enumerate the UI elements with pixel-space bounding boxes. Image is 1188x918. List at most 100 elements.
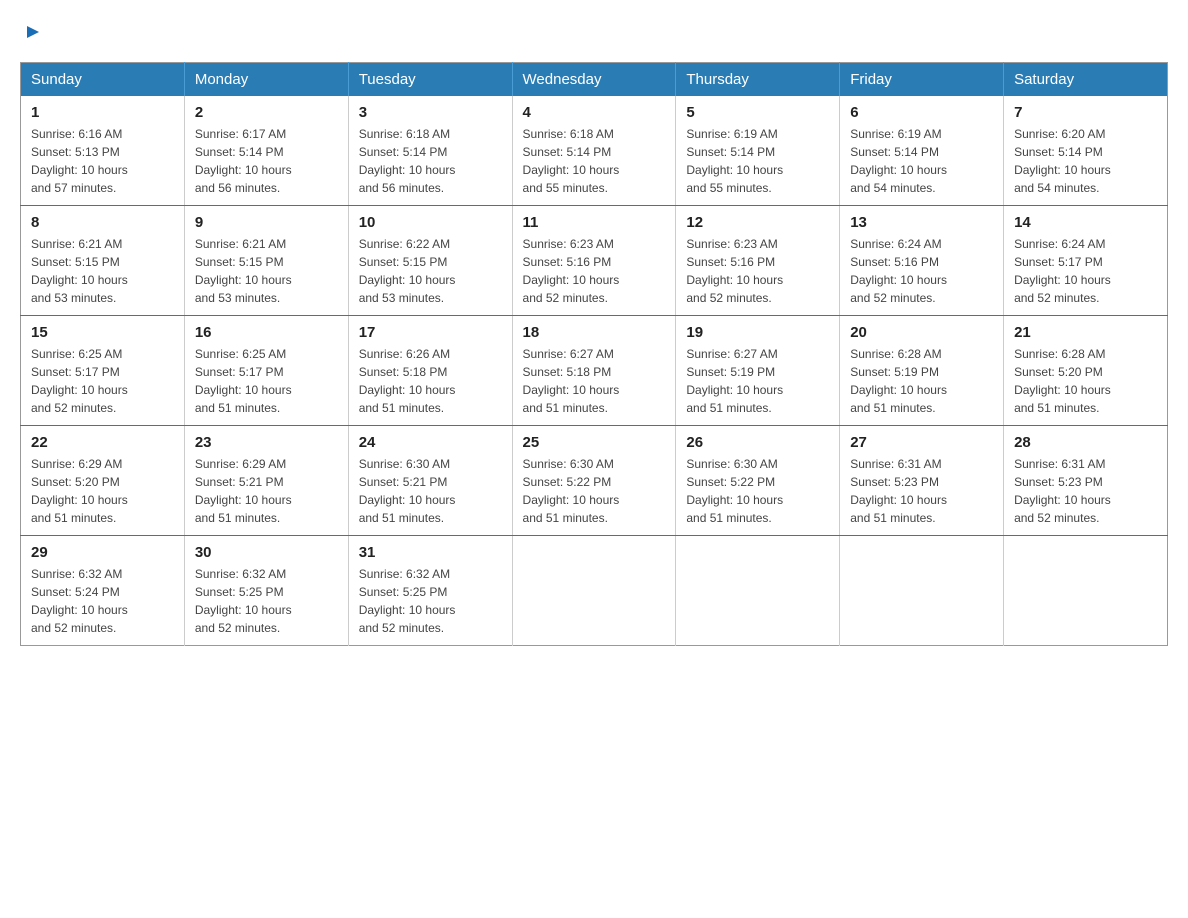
day-number: 18 — [523, 324, 666, 341]
week-row-3: 15 Sunrise: 6:25 AMSunset: 5:17 PMDaylig… — [21, 316, 1168, 426]
calendar-cell: 9 Sunrise: 6:21 AMSunset: 5:15 PMDayligh… — [184, 206, 348, 316]
day-info: Sunrise: 6:20 AMSunset: 5:14 PMDaylight:… — [1014, 127, 1111, 195]
day-info: Sunrise: 6:29 AMSunset: 5:20 PMDaylight:… — [31, 457, 128, 525]
day-number: 13 — [850, 214, 993, 231]
day-number: 30 — [195, 544, 338, 561]
calendar-cell: 24 Sunrise: 6:30 AMSunset: 5:21 PMDaylig… — [348, 426, 512, 536]
day-number: 8 — [31, 214, 174, 231]
calendar-cell: 20 Sunrise: 6:28 AMSunset: 5:19 PMDaylig… — [840, 316, 1004, 426]
calendar-cell: 21 Sunrise: 6:28 AMSunset: 5:20 PMDaylig… — [1004, 316, 1168, 426]
day-info: Sunrise: 6:30 AMSunset: 5:22 PMDaylight:… — [686, 457, 783, 525]
day-info: Sunrise: 6:32 AMSunset: 5:24 PMDaylight:… — [31, 567, 128, 635]
day-info: Sunrise: 6:17 AMSunset: 5:14 PMDaylight:… — [195, 127, 292, 195]
day-number: 24 — [359, 434, 502, 451]
day-info: Sunrise: 6:23 AMSunset: 5:16 PMDaylight:… — [523, 237, 620, 305]
week-row-1: 1 Sunrise: 6:16 AMSunset: 5:13 PMDayligh… — [21, 96, 1168, 206]
day-number: 27 — [850, 434, 993, 451]
day-number: 17 — [359, 324, 502, 341]
day-info: Sunrise: 6:25 AMSunset: 5:17 PMDaylight:… — [195, 347, 292, 415]
calendar-cell: 12 Sunrise: 6:23 AMSunset: 5:16 PMDaylig… — [676, 206, 840, 316]
header-wednesday: Wednesday — [512, 63, 676, 97]
calendar-cell: 26 Sunrise: 6:30 AMSunset: 5:22 PMDaylig… — [676, 426, 840, 536]
calendar-cell — [676, 536, 840, 646]
calendar-cell: 11 Sunrise: 6:23 AMSunset: 5:16 PMDaylig… — [512, 206, 676, 316]
day-number: 26 — [686, 434, 829, 451]
calendar-cell: 19 Sunrise: 6:27 AMSunset: 5:19 PMDaylig… — [676, 316, 840, 426]
header-thursday: Thursday — [676, 63, 840, 97]
week-row-2: 8 Sunrise: 6:21 AMSunset: 5:15 PMDayligh… — [21, 206, 1168, 316]
header-tuesday: Tuesday — [348, 63, 512, 97]
day-number: 3 — [359, 104, 502, 121]
day-number: 11 — [523, 214, 666, 231]
day-info: Sunrise: 6:31 AMSunset: 5:23 PMDaylight:… — [1014, 457, 1111, 525]
day-number: 12 — [686, 214, 829, 231]
day-info: Sunrise: 6:31 AMSunset: 5:23 PMDaylight:… — [850, 457, 947, 525]
day-number: 29 — [31, 544, 174, 561]
day-number: 10 — [359, 214, 502, 231]
day-number: 23 — [195, 434, 338, 451]
header-sunday: Sunday — [21, 63, 185, 97]
calendar-cell: 13 Sunrise: 6:24 AMSunset: 5:16 PMDaylig… — [840, 206, 1004, 316]
day-info: Sunrise: 6:22 AMSunset: 5:15 PMDaylight:… — [359, 237, 456, 305]
day-number: 7 — [1014, 104, 1157, 121]
calendar-cell: 28 Sunrise: 6:31 AMSunset: 5:23 PMDaylig… — [1004, 426, 1168, 536]
day-number: 1 — [31, 104, 174, 121]
calendar-cell: 18 Sunrise: 6:27 AMSunset: 5:18 PMDaylig… — [512, 316, 676, 426]
day-info: Sunrise: 6:30 AMSunset: 5:22 PMDaylight:… — [523, 457, 620, 525]
calendar-cell: 30 Sunrise: 6:32 AMSunset: 5:25 PMDaylig… — [184, 536, 348, 646]
day-number: 25 — [523, 434, 666, 451]
day-info: Sunrise: 6:26 AMSunset: 5:18 PMDaylight:… — [359, 347, 456, 415]
calendar-cell — [512, 536, 676, 646]
day-number: 20 — [850, 324, 993, 341]
header-monday: Monday — [184, 63, 348, 97]
calendar-cell: 16 Sunrise: 6:25 AMSunset: 5:17 PMDaylig… — [184, 316, 348, 426]
day-info: Sunrise: 6:16 AMSunset: 5:13 PMDaylight:… — [31, 127, 128, 195]
day-number: 16 — [195, 324, 338, 341]
logo-arrow-icon — [23, 22, 43, 46]
day-info: Sunrise: 6:24 AMSunset: 5:17 PMDaylight:… — [1014, 237, 1111, 305]
day-number: 14 — [1014, 214, 1157, 231]
calendar-cell: 23 Sunrise: 6:29 AMSunset: 5:21 PMDaylig… — [184, 426, 348, 536]
calendar-cell: 14 Sunrise: 6:24 AMSunset: 5:17 PMDaylig… — [1004, 206, 1168, 316]
calendar-cell: 17 Sunrise: 6:26 AMSunset: 5:18 PMDaylig… — [348, 316, 512, 426]
calendar-cell: 15 Sunrise: 6:25 AMSunset: 5:17 PMDaylig… — [21, 316, 185, 426]
calendar-cell: 3 Sunrise: 6:18 AMSunset: 5:14 PMDayligh… — [348, 96, 512, 206]
day-number: 9 — [195, 214, 338, 231]
calendar-cell: 10 Sunrise: 6:22 AMSunset: 5:15 PMDaylig… — [348, 206, 512, 316]
weekday-header-row: SundayMondayTuesdayWednesdayThursdayFrid… — [21, 63, 1168, 97]
day-info: Sunrise: 6:19 AMSunset: 5:14 PMDaylight:… — [686, 127, 783, 195]
day-info: Sunrise: 6:27 AMSunset: 5:18 PMDaylight:… — [523, 347, 620, 415]
day-info: Sunrise: 6:28 AMSunset: 5:19 PMDaylight:… — [850, 347, 947, 415]
day-info: Sunrise: 6:29 AMSunset: 5:21 PMDaylight:… — [195, 457, 292, 525]
header-friday: Friday — [840, 63, 1004, 97]
calendar-cell: 25 Sunrise: 6:30 AMSunset: 5:22 PMDaylig… — [512, 426, 676, 536]
logo — [20, 20, 43, 46]
day-info: Sunrise: 6:32 AMSunset: 5:25 PMDaylight:… — [195, 567, 292, 635]
calendar-table: SundayMondayTuesdayWednesdayThursdayFrid… — [20, 62, 1168, 646]
day-number: 5 — [686, 104, 829, 121]
day-info: Sunrise: 6:28 AMSunset: 5:20 PMDaylight:… — [1014, 347, 1111, 415]
day-number: 6 — [850, 104, 993, 121]
day-info: Sunrise: 6:27 AMSunset: 5:19 PMDaylight:… — [686, 347, 783, 415]
calendar-cell: 6 Sunrise: 6:19 AMSunset: 5:14 PMDayligh… — [840, 96, 1004, 206]
day-info: Sunrise: 6:19 AMSunset: 5:14 PMDaylight:… — [850, 127, 947, 195]
calendar-cell: 29 Sunrise: 6:32 AMSunset: 5:24 PMDaylig… — [21, 536, 185, 646]
calendar-cell: 8 Sunrise: 6:21 AMSunset: 5:15 PMDayligh… — [21, 206, 185, 316]
calendar-cell — [840, 536, 1004, 646]
day-number: 19 — [686, 324, 829, 341]
day-info: Sunrise: 6:18 AMSunset: 5:14 PMDaylight:… — [359, 127, 456, 195]
day-info: Sunrise: 6:30 AMSunset: 5:21 PMDaylight:… — [359, 457, 456, 525]
day-number: 15 — [31, 324, 174, 341]
calendar-cell: 7 Sunrise: 6:20 AMSunset: 5:14 PMDayligh… — [1004, 96, 1168, 206]
week-row-5: 29 Sunrise: 6:32 AMSunset: 5:24 PMDaylig… — [21, 536, 1168, 646]
day-info: Sunrise: 6:21 AMSunset: 5:15 PMDaylight:… — [195, 237, 292, 305]
day-info: Sunrise: 6:18 AMSunset: 5:14 PMDaylight:… — [523, 127, 620, 195]
header-saturday: Saturday — [1004, 63, 1168, 97]
day-info: Sunrise: 6:21 AMSunset: 5:15 PMDaylight:… — [31, 237, 128, 305]
day-info: Sunrise: 6:32 AMSunset: 5:25 PMDaylight:… — [359, 567, 456, 635]
day-number: 2 — [195, 104, 338, 121]
day-info: Sunrise: 6:25 AMSunset: 5:17 PMDaylight:… — [31, 347, 128, 415]
day-number: 4 — [523, 104, 666, 121]
day-number: 31 — [359, 544, 502, 561]
calendar-cell: 4 Sunrise: 6:18 AMSunset: 5:14 PMDayligh… — [512, 96, 676, 206]
